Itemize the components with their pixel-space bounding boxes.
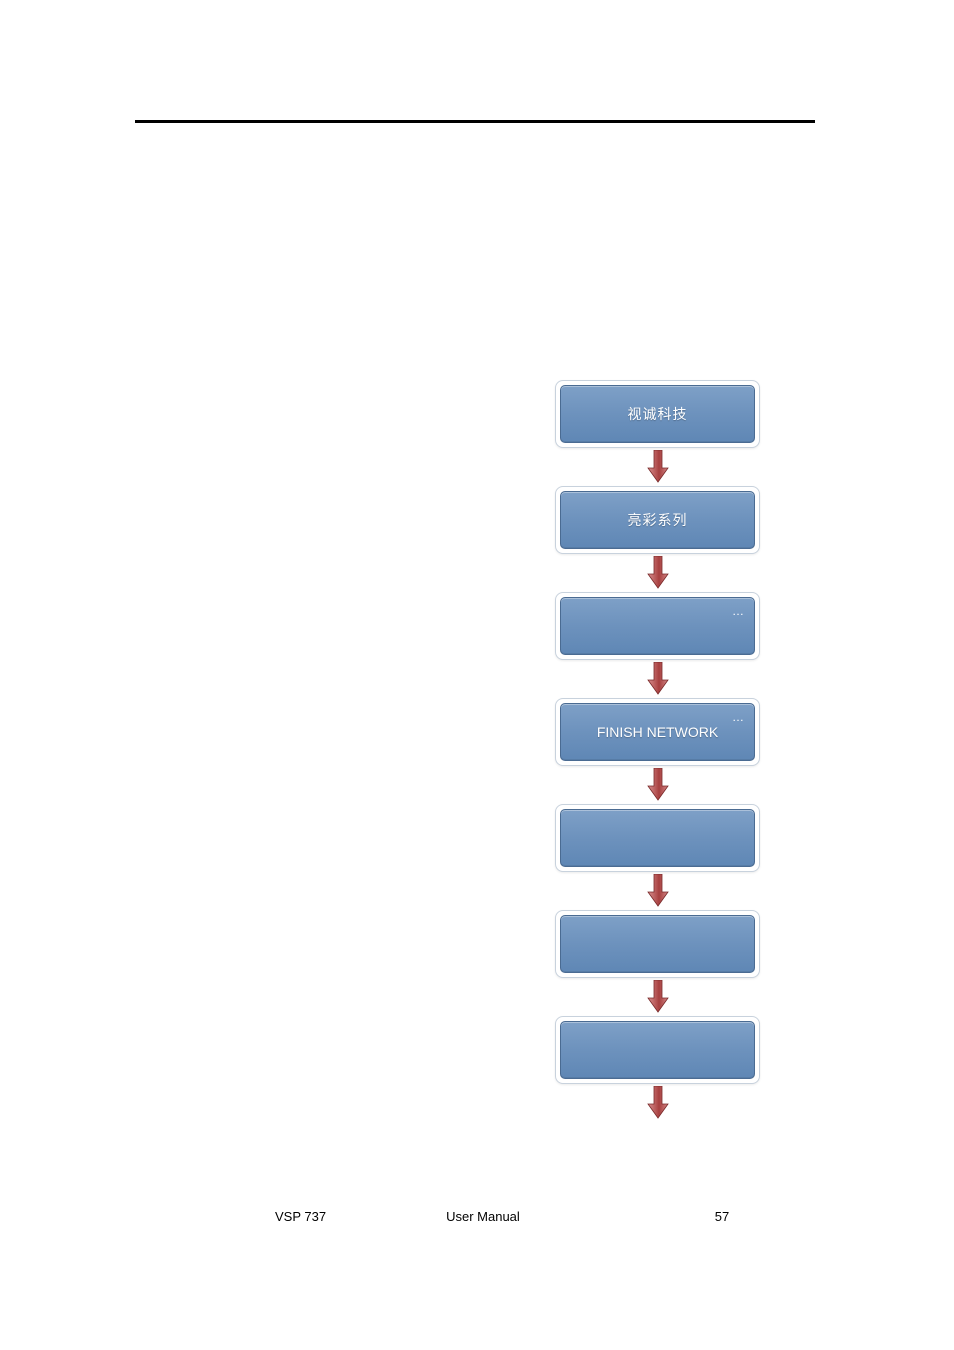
flow-node-inner: … <box>560 597 755 655</box>
flow-arrow-wrap <box>555 554 760 592</box>
flow-arrow-wrap <box>555 660 760 698</box>
flow-arrow-wrap <box>555 766 760 804</box>
flow-node-inner <box>560 915 755 973</box>
flow-node-inner: 亮彩系列 <box>560 491 755 549</box>
ellipsis-icon: … <box>732 710 746 724</box>
flow-arrow-wrap <box>555 872 760 910</box>
header-rule <box>135 120 815 123</box>
flow-node-label: FINISH NETWORK <box>597 724 718 740</box>
flow-node <box>555 910 760 978</box>
arrow-down-icon <box>646 768 670 802</box>
footer-model: VSP 737 <box>275 1209 326 1224</box>
flow-node-inner: 视诚科技 <box>560 385 755 443</box>
arrow-down-icon <box>646 662 670 696</box>
flow-arrow-wrap <box>555 448 760 486</box>
flow-arrow-wrap <box>555 978 760 1016</box>
flow-node: … FINISH NETWORK <box>555 698 760 766</box>
arrow-down-icon <box>646 1086 670 1120</box>
flow-arrow-wrap <box>555 1084 760 1122</box>
flow-node-label: 视诚科技 <box>628 404 688 424</box>
flow-node: 亮彩系列 <box>555 486 760 554</box>
arrow-down-icon <box>646 874 670 908</box>
footer-page-number: 57 <box>715 1209 729 1224</box>
flow-node-label: 亮彩系列 <box>628 510 688 530</box>
flow-node: … <box>555 592 760 660</box>
footer-title: User Manual <box>446 1209 520 1224</box>
flow-node: 视诚科技 <box>555 380 760 448</box>
flow-node <box>555 1016 760 1084</box>
arrow-down-icon <box>646 556 670 590</box>
flow-node-inner <box>560 809 755 867</box>
arrow-down-icon <box>646 980 670 1014</box>
flow-node <box>555 804 760 872</box>
flow-node-inner: … FINISH NETWORK <box>560 703 755 761</box>
page-footer: VSP 737 User Manual 57 <box>135 1209 735 1224</box>
ellipsis-icon: … <box>732 604 746 618</box>
flowchart: 视诚科技 亮彩系列 … <box>555 380 760 1122</box>
flow-node-inner <box>560 1021 755 1079</box>
arrow-down-icon <box>646 450 670 484</box>
